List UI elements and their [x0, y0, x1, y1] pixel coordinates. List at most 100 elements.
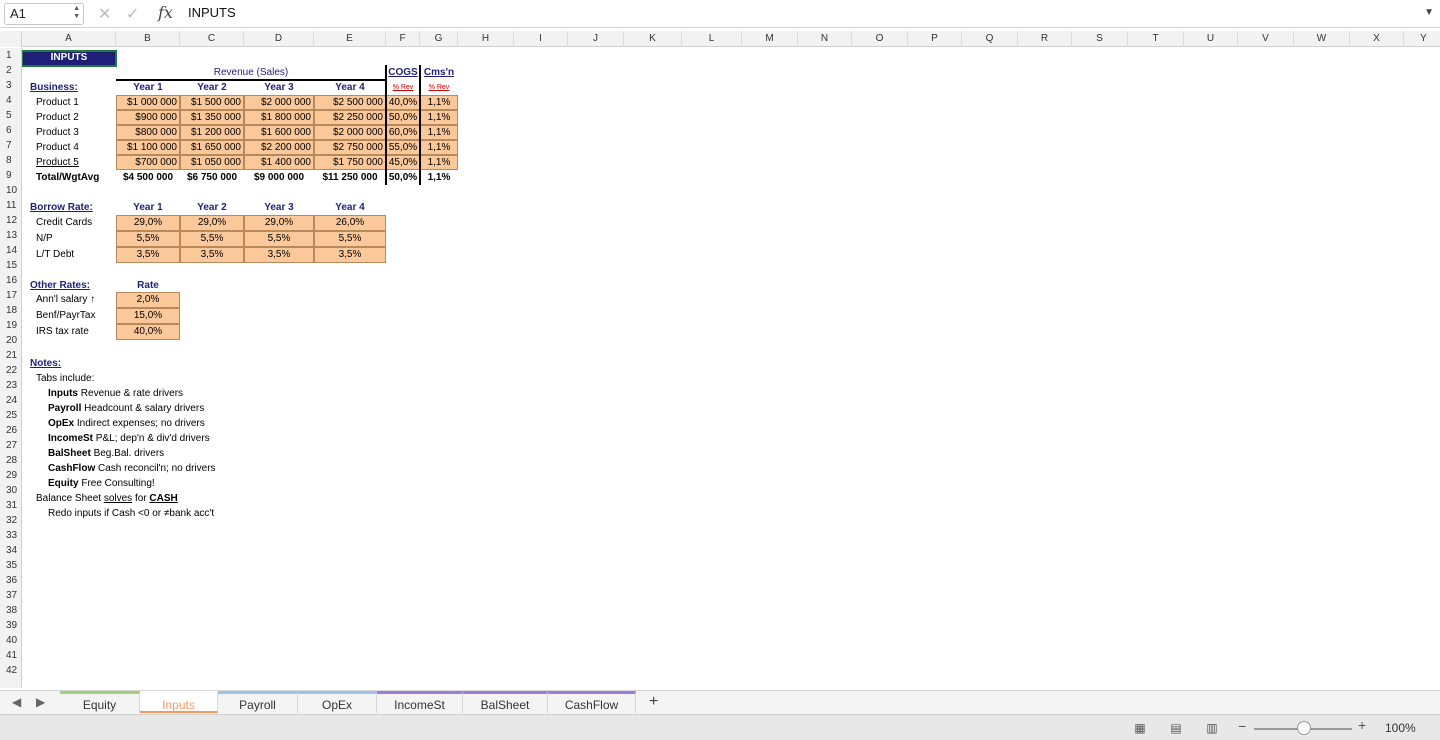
- revenue-input[interactable]: $1 100 000: [116, 140, 180, 155]
- row-header[interactable]: 27: [0, 440, 21, 451]
- borrow-rate-input[interactable]: 29,0%: [244, 215, 314, 231]
- cmsn-input[interactable]: 1,1%: [420, 110, 458, 125]
- revenue-input[interactable]: $1 200 000: [180, 125, 244, 140]
- column-header[interactable]: F: [386, 31, 420, 47]
- row-header[interactable]: 22: [0, 365, 21, 376]
- other-rate-input[interactable]: 2,0%: [116, 292, 180, 308]
- row-header[interactable]: 29: [0, 470, 21, 481]
- formula-input[interactable]: INPUTS: [188, 5, 236, 20]
- column-header[interactable]: J: [568, 31, 624, 47]
- cogs-input[interactable]: 40,0%: [386, 95, 420, 110]
- row-header[interactable]: 14: [0, 245, 21, 256]
- row-header[interactable]: 40: [0, 635, 21, 646]
- row-header[interactable]: 35: [0, 560, 21, 571]
- row-header[interactable]: 36: [0, 575, 21, 586]
- row-header[interactable]: 26: [0, 425, 21, 436]
- name-box[interactable]: A1 ▲ ▼: [4, 3, 84, 25]
- borrow-rate-input[interactable]: 5,5%: [314, 231, 386, 247]
- row-header[interactable]: 9: [0, 170, 21, 181]
- row-header[interactable]: 7: [0, 140, 21, 151]
- row-header[interactable]: 4: [0, 95, 21, 106]
- column-header[interactable]: V: [1238, 31, 1294, 47]
- tab-cashflow[interactable]: CashFlow: [548, 691, 636, 713]
- other-rate-input[interactable]: 15,0%: [116, 308, 180, 324]
- row-header[interactable]: 13: [0, 230, 21, 241]
- tab-equity[interactable]: Equity: [60, 691, 140, 713]
- column-header[interactable]: C: [180, 31, 244, 47]
- row-header[interactable]: 5: [0, 110, 21, 121]
- cancel-icon[interactable]: ✕: [98, 4, 111, 24]
- row-header[interactable]: 8: [0, 155, 21, 166]
- next-sheet-icon[interactable]: ▶: [36, 695, 45, 709]
- function-icon[interactable]: fx: [158, 3, 173, 22]
- row-header[interactable]: 12: [0, 215, 21, 226]
- row-header[interactable]: 41: [0, 650, 21, 661]
- revenue-input[interactable]: $1 600 000: [244, 125, 314, 140]
- tab-balsheet[interactable]: BalSheet: [463, 691, 548, 713]
- revenue-input[interactable]: $1 750 000: [314, 155, 386, 170]
- revenue-input[interactable]: $2 200 000: [244, 140, 314, 155]
- cogs-input[interactable]: 55,0%: [386, 140, 420, 155]
- row-header[interactable]: 1: [0, 50, 21, 61]
- cogs-input[interactable]: 45,0%: [386, 155, 420, 170]
- borrow-rate-input[interactable]: 5,5%: [244, 231, 314, 247]
- tab-inputs[interactable]: Inputs: [140, 691, 218, 713]
- confirm-icon[interactable]: ✓: [126, 4, 139, 24]
- column-header[interactable]: Y: [1404, 31, 1440, 47]
- column-header[interactable]: P: [908, 31, 962, 47]
- row-header[interactable]: 10: [0, 185, 21, 196]
- row-header[interactable]: 24: [0, 395, 21, 406]
- revenue-input[interactable]: $1 500 000: [180, 95, 244, 110]
- column-header[interactable]: K: [624, 31, 682, 47]
- sheet-grid[interactable]: INPUTS Revenue (Sales) COGS Cms'n Business: Y…: [22, 48, 1440, 688]
- chevron-down-icon[interactable]: ▼: [1424, 7, 1434, 18]
- tab-payroll[interactable]: Payroll: [218, 691, 298, 713]
- column-header[interactable]: S: [1072, 31, 1128, 47]
- zoom-out-button[interactable]: −: [1238, 718, 1246, 734]
- row-header[interactable]: 21: [0, 350, 21, 361]
- revenue-input[interactable]: $1 350 000: [180, 110, 244, 125]
- column-header[interactable]: U: [1184, 31, 1238, 47]
- row-header[interactable]: 19: [0, 320, 21, 331]
- column-header[interactable]: O: [852, 31, 908, 47]
- column-header[interactable]: A: [22, 31, 116, 47]
- column-header[interactable]: R: [1018, 31, 1072, 47]
- prev-sheet-icon[interactable]: ◀: [12, 695, 21, 709]
- column-header[interactable]: E: [314, 31, 386, 47]
- row-header[interactable]: 17: [0, 290, 21, 301]
- row-header[interactable]: 20: [0, 335, 21, 346]
- column-header[interactable]: D: [244, 31, 314, 47]
- borrow-rate-input[interactable]: 3,5%: [116, 247, 180, 263]
- other-rate-input[interactable]: 40,0%: [116, 324, 180, 340]
- cogs-input[interactable]: 60,0%: [386, 125, 420, 140]
- column-header[interactable]: G: [420, 31, 458, 47]
- page-layout-icon[interactable]: ▤: [1167, 720, 1185, 736]
- column-header[interactable]: W: [1294, 31, 1350, 47]
- revenue-input[interactable]: $1 650 000: [180, 140, 244, 155]
- column-header[interactable]: M: [742, 31, 798, 47]
- row-header[interactable]: 18: [0, 305, 21, 316]
- row-header[interactable]: 34: [0, 545, 21, 556]
- name-box-stepper-icon[interactable]: ▲ ▼: [73, 5, 80, 21]
- row-header[interactable]: 39: [0, 620, 21, 631]
- column-header[interactable]: X: [1350, 31, 1404, 47]
- revenue-input[interactable]: $1 400 000: [244, 155, 314, 170]
- row-header[interactable]: 28: [0, 455, 21, 466]
- page-break-icon[interactable]: ▥: [1203, 720, 1221, 736]
- row-header[interactable]: 31: [0, 500, 21, 511]
- row-header[interactable]: 32: [0, 515, 21, 526]
- tab-opex[interactable]: OpEx: [298, 691, 377, 713]
- revenue-input[interactable]: $1 000 000: [116, 95, 180, 110]
- revenue-input[interactable]: $2 250 000: [314, 110, 386, 125]
- borrow-rate-input[interactable]: 5,5%: [116, 231, 180, 247]
- revenue-input[interactable]: $2 750 000: [314, 140, 386, 155]
- column-header[interactable]: L: [682, 31, 742, 47]
- row-header[interactable]: 6: [0, 125, 21, 136]
- cmsn-input[interactable]: 1,1%: [420, 140, 458, 155]
- revenue-input[interactable]: $900 000: [116, 110, 180, 125]
- cmsn-input[interactable]: 1,1%: [420, 95, 458, 110]
- revenue-input[interactable]: $2 500 000: [314, 95, 386, 110]
- borrow-rate-input[interactable]: 26,0%: [314, 215, 386, 231]
- column-header[interactable]: B: [116, 31, 180, 47]
- cmsn-input[interactable]: 1,1%: [420, 155, 458, 170]
